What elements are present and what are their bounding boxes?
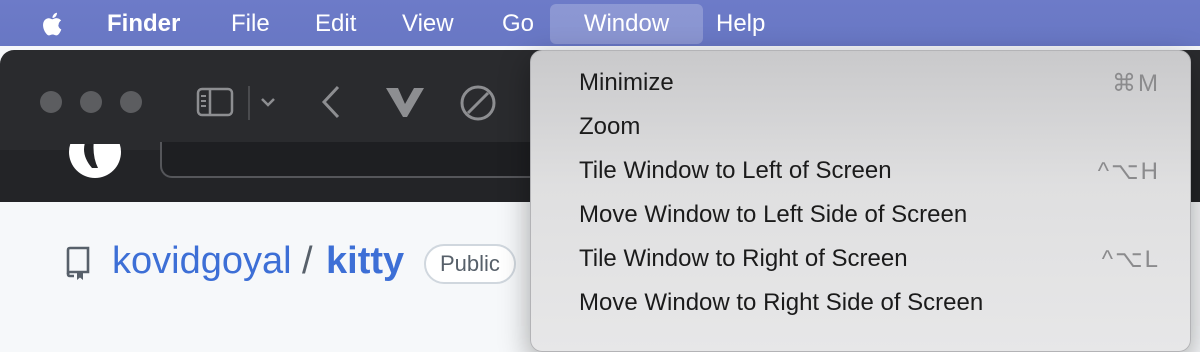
back-arrow-icon[interactable]	[320, 84, 342, 120]
block-icon[interactable]	[458, 83, 498, 123]
menu-item-move-right[interactable]: Move Window to Right Side of Screen	[531, 282, 1190, 326]
repo-owner-link[interactable]: kovidgoyal	[112, 240, 292, 283]
menu-view[interactable]: View	[388, 4, 468, 44]
menu-item-move-left[interactable]: Move Window to Left Side of Screen	[531, 194, 1190, 238]
sidebar-toggle-icon[interactable]	[196, 86, 234, 118]
menu-file[interactable]: File	[217, 4, 284, 44]
menu-item-label: Move Window to Right Side of Screen	[579, 289, 984, 316]
menu-item-shortcut: ⌘M	[1112, 70, 1160, 97]
menu-item-label: Minimize	[579, 69, 674, 96]
menu-item-label: Tile Window to Left of Screen	[579, 157, 892, 184]
menu-item-zoom[interactable]: Zoom	[531, 106, 1190, 150]
repo-name-link[interactable]: kitty	[326, 240, 404, 283]
menu-item-label: Move Window to Left Side of Screen	[579, 201, 968, 228]
menu-bar: Finder File Edit View Go Window Help	[0, 0, 1200, 46]
toolbar-divider	[248, 86, 250, 120]
vivaldi-logo-icon[interactable]	[384, 84, 426, 120]
menu-item-shortcut: ^⌥L	[1101, 246, 1160, 273]
repo-icon	[66, 246, 90, 280]
zoom-window-button[interactable]	[120, 91, 142, 113]
menu-edit[interactable]: Edit	[301, 4, 370, 44]
menu-item-shortcut: ^⌥H	[1097, 158, 1160, 185]
apple-logo-icon[interactable]	[38, 9, 68, 39]
window-menu-dropdown: Minimize ⌘M Zoom Tile Window to Left of …	[530, 50, 1191, 352]
menu-item-label: Zoom	[579, 113, 641, 140]
repo-path-separator: /	[302, 240, 313, 282]
menu-window[interactable]: Window	[550, 4, 703, 44]
menu-go[interactable]: Go	[488, 4, 548, 44]
menu-item-tile-right[interactable]: Tile Window to Right of Screen ^⌥L	[531, 238, 1190, 282]
address-field[interactable]	[160, 142, 564, 178]
github-logo-icon[interactable]	[62, 144, 128, 190]
chevron-down-icon[interactable]	[260, 96, 276, 108]
close-window-button[interactable]	[40, 91, 62, 113]
menu-item-label: Tile Window to Right of Screen	[579, 245, 908, 272]
menu-item-minimize[interactable]: Minimize ⌘M	[531, 62, 1190, 106]
menu-help[interactable]: Help	[702, 4, 779, 44]
menu-finder[interactable]: Finder	[93, 4, 194, 44]
minimize-window-button[interactable]	[80, 91, 102, 113]
menu-item-tile-left[interactable]: Tile Window to Left of Screen ^⌥H	[531, 150, 1190, 194]
visibility-badge: Public	[424, 244, 516, 284]
